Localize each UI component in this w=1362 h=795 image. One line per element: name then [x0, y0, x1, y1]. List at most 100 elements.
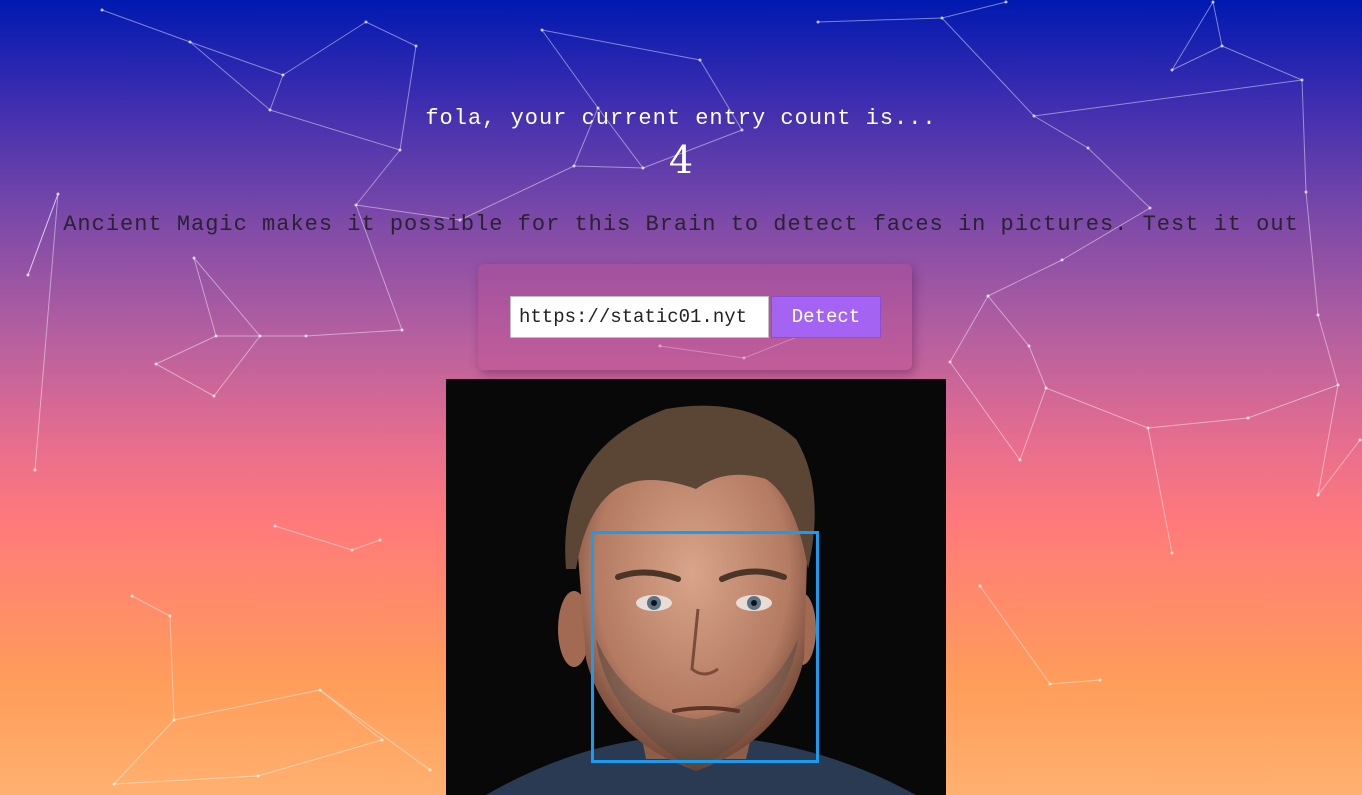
particle-dot	[540, 28, 544, 32]
particle-dot	[1300, 78, 1304, 82]
particle-dot	[378, 538, 382, 542]
particle-dot	[168, 614, 172, 618]
particle-dot	[1336, 383, 1340, 387]
particle-link	[213, 335, 261, 397]
particle-link	[155, 363, 215, 397]
detect-button[interactable]: Detect	[771, 296, 881, 338]
particle-link	[1305, 191, 1319, 316]
particle-dot	[1060, 258, 1064, 262]
particle-link	[193, 257, 217, 337]
particle-dot	[130, 594, 134, 598]
particle-dot	[1316, 313, 1320, 317]
particle-link	[351, 539, 381, 551]
particle-dot	[986, 294, 990, 298]
particle-dot	[978, 584, 982, 588]
particle-dot	[350, 548, 354, 552]
particle-link	[305, 329, 403, 337]
particle-dot	[1018, 458, 1022, 462]
particle-link	[1028, 345, 1047, 389]
particle-link	[169, 615, 175, 721]
particle-dot	[258, 334, 262, 338]
particle-dot	[940, 16, 944, 20]
particle-dot	[304, 334, 308, 338]
particle-link	[941, 17, 1035, 117]
particle-link	[1019, 387, 1047, 461]
particle-link	[1049, 679, 1101, 685]
entry-count-greeting: fola, your current entry count is...	[425, 106, 937, 131]
particle-dot	[1220, 44, 1224, 48]
particle-link	[541, 29, 599, 109]
particle-dot	[400, 328, 404, 332]
particle-link	[155, 335, 217, 365]
particle-dot	[1027, 344, 1031, 348]
particle-link	[189, 41, 271, 111]
particle-dot	[172, 718, 176, 722]
particle-link	[949, 361, 1021, 461]
particle-link	[987, 259, 1063, 297]
particle-dot	[1316, 493, 1320, 497]
particle-link	[319, 689, 383, 741]
particle-link	[1221, 45, 1303, 81]
particle-link	[979, 585, 1051, 685]
particle-dot	[273, 524, 277, 528]
particle-link	[274, 525, 353, 551]
particle-link	[257, 739, 383, 777]
input-image	[446, 379, 946, 795]
particle-link	[1247, 384, 1339, 419]
particle-link	[282, 21, 367, 76]
particle-link	[541, 29, 701, 61]
particle-link	[189, 41, 284, 76]
particle-link	[269, 74, 284, 111]
particle-link	[949, 295, 989, 363]
particle-link	[113, 719, 175, 785]
particle-dot	[698, 58, 702, 62]
particle-dot	[214, 334, 218, 338]
particle-dot	[154, 362, 158, 366]
particle-dot	[188, 40, 192, 44]
particle-link	[1317, 384, 1339, 496]
particle-dot	[1358, 438, 1362, 442]
particle-dot	[1246, 416, 1250, 420]
particle-dot	[1098, 678, 1102, 682]
particle-link	[319, 689, 431, 771]
particle-dot	[100, 8, 104, 12]
particle-link	[193, 257, 261, 337]
particle-link	[173, 689, 321, 721]
particle-dot	[112, 782, 116, 786]
particle-dot	[1048, 682, 1052, 686]
particle-link	[399, 45, 417, 151]
particle-dot	[428, 768, 432, 772]
particle-dot	[33, 468, 37, 472]
image-link-form: Detect	[478, 264, 912, 370]
particle-dot	[380, 738, 384, 742]
particle-dot	[192, 256, 196, 260]
particle-dot	[354, 203, 358, 207]
particle-link	[1212, 1, 1223, 47]
particle-dot	[948, 360, 952, 364]
particle-link	[131, 595, 171, 617]
particle-dot	[1211, 0, 1215, 4]
particle-link	[1147, 417, 1249, 429]
entry-count-value: 4	[668, 138, 694, 182]
particle-link	[1147, 427, 1173, 554]
particle-dot	[1146, 426, 1150, 430]
particle-link	[817, 17, 943, 23]
particle-dot	[414, 44, 418, 48]
particle-dot	[1304, 190, 1308, 194]
particle-dot	[256, 774, 260, 778]
particle-dot	[318, 688, 322, 692]
particle-link	[987, 295, 1030, 347]
particle-link	[101, 9, 191, 43]
particle-link	[1045, 387, 1149, 429]
particle-dot	[1044, 386, 1048, 390]
image-url-input[interactable]	[510, 296, 769, 338]
particle-dot	[364, 20, 368, 24]
particle-dot	[56, 192, 60, 196]
particle-link	[365, 21, 417, 47]
particle-dot	[1170, 551, 1174, 555]
particle-link	[1317, 439, 1361, 496]
particle-link	[1317, 314, 1339, 386]
particle-dot	[1004, 0, 1008, 4]
particle-dot	[1170, 68, 1174, 72]
particle-dot	[281, 73, 285, 77]
